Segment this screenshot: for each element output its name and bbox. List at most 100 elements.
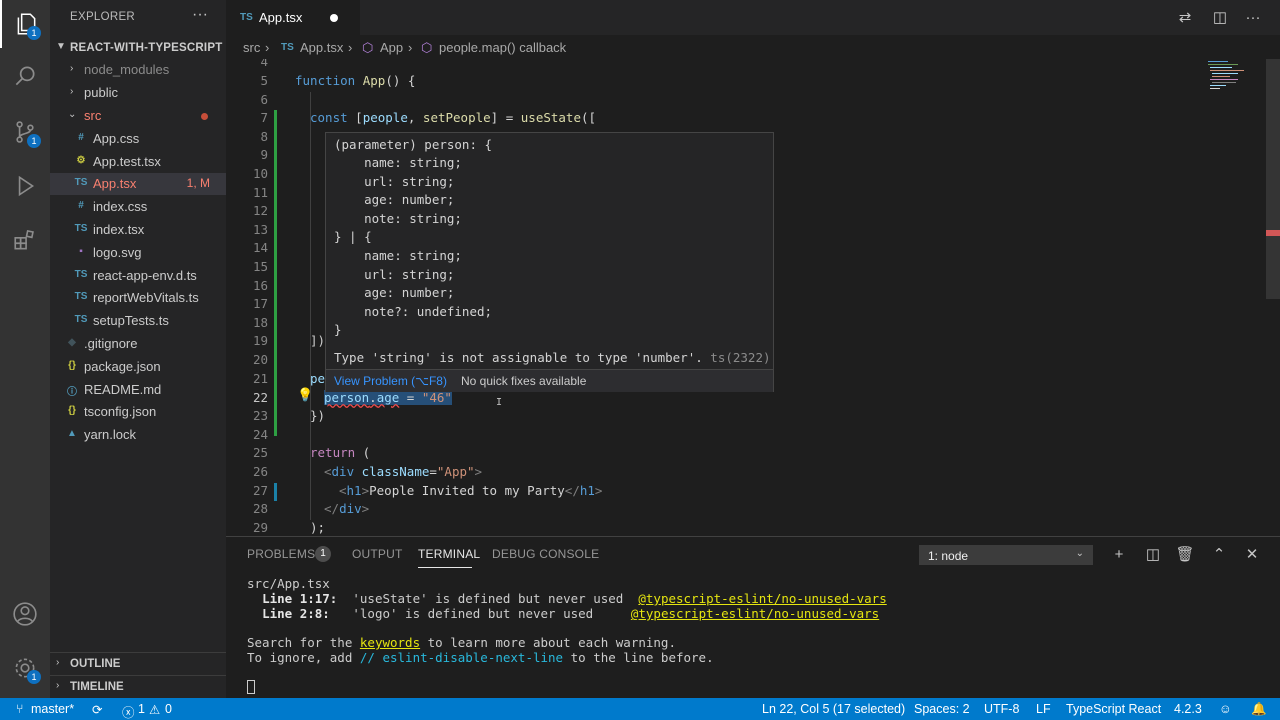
notifications-bell-icon[interactable]: 🔔: [1251, 702, 1267, 717]
tree-item-index-tsx[interactable]: TS index.tsx: [50, 219, 226, 241]
more-actions-icon[interactable]: ···: [1244, 9, 1262, 27]
tree-item-yarn-lock[interactable]: ▲ yarn.lock: [50, 424, 226, 446]
line-endings[interactable]: LF: [1036, 702, 1051, 716]
file-status: 1, M: [186, 176, 210, 190]
trash-icon[interactable]: 🗑: [1175, 545, 1195, 565]
tab-output[interactable]: OUTPUT: [352, 547, 403, 561]
tree-item-label: App.tsx: [93, 176, 137, 191]
tree-item-app-tsx[interactable]: TS App.tsx 1, M: [50, 173, 226, 195]
tree-item-react-app-env[interactable]: TS react-app-env.d.ts: [50, 265, 226, 287]
breadcrumb-file[interactable]: App.tsx: [300, 40, 343, 55]
compare-changes-icon[interactable]: ⇄: [1176, 9, 1194, 27]
close-panel-icon[interactable]: ✕: [1242, 545, 1262, 565]
new-terminal-icon[interactable]: +: [1109, 545, 1129, 565]
tree-item-public[interactable]: › public: [50, 82, 226, 104]
hover-line: note?: undefined;: [334, 304, 493, 319]
tree-item-readme[interactable]: ⓘ README.md: [50, 379, 226, 401]
chevron-down-icon: ⌄: [1075, 548, 1084, 559]
timeline-section[interactable]: › TIMELINE: [50, 675, 226, 697]
tree-item-label: README.md: [84, 382, 162, 397]
line-number: 6: [260, 92, 268, 107]
tree-item-package-json[interactable]: {} package.json: [50, 356, 226, 378]
search-icon[interactable]: [0, 52, 50, 100]
ts-version[interactable]: 4.2.3: [1174, 702, 1202, 716]
no-quick-fixes-label: No quick fixes available: [461, 374, 587, 388]
tab-problems[interactable]: PROBLEMS: [247, 547, 315, 561]
breadcrumb-folder[interactable]: src: [243, 40, 260, 55]
indentation[interactable]: Spaces: 2: [914, 702, 970, 716]
code-line-27: <h1>People Invited to my Party</h1>: [339, 483, 603, 498]
line-number: 18: [252, 315, 268, 330]
terminal-select[interactable]: 1: node ⌄: [919, 545, 1093, 565]
terminal-line: To ignore, add // eslint-disable-next-li…: [247, 650, 714, 665]
minimap[interactable]: [1204, 59, 1266, 536]
git-modified-bar: [274, 483, 277, 501]
hover-line: note: string;: [334, 211, 462, 226]
tab-debug-console[interactable]: DEBUG CONSOLE: [492, 547, 599, 561]
line-number: 23: [252, 408, 268, 423]
typescript-file-icon: TS: [240, 12, 253, 23]
breadcrumb-symbol[interactable]: App: [380, 40, 403, 55]
tree-item-app-css[interactable]: # App.css: [50, 128, 226, 150]
language-mode[interactable]: TypeScript React: [1066, 702, 1161, 716]
hover-line: url: string;: [334, 267, 455, 282]
line-number: 5: [260, 73, 268, 88]
line-number: 29: [252, 520, 268, 535]
code-line-22: person.age = "46": [324, 390, 452, 405]
tree-item-app-test-tsx[interactable]: ⚙ App.test.tsx: [50, 151, 226, 173]
line-number: 15: [252, 259, 268, 274]
maximize-panel-icon[interactable]: ⌃: [1209, 545, 1229, 565]
sync-icon[interactable]: ⟳: [92, 702, 102, 717]
chevron-right-icon: ›: [56, 657, 60, 668]
split-terminal-icon[interactable]: ◫: [1143, 545, 1163, 565]
tree-item-src[interactable]: ⌄ src: [50, 105, 226, 127]
symbol-icon: ⬡: [421, 40, 433, 55]
error-count[interactable]: 1: [138, 702, 145, 716]
branch-label[interactable]: master*: [31, 702, 74, 716]
line-number: 11: [252, 185, 268, 200]
outline-section[interactable]: › OUTLINE: [50, 652, 226, 674]
tab-terminal[interactable]: TERMINAL: [418, 547, 480, 561]
tree-item-index-css[interactable]: # index.css: [50, 196, 226, 218]
line-number: 17: [252, 296, 268, 311]
tree-item-report-web-vitals[interactable]: TS reportWebVitals.ts: [50, 287, 226, 309]
encoding[interactable]: UTF-8: [984, 702, 1019, 716]
hover-line: name: string;: [334, 248, 462, 263]
hover-tooltip: (parameter) person: { name: string; url:…: [325, 132, 774, 392]
split-editor-icon[interactable]: ◫: [1211, 9, 1229, 27]
bottom-panel: PROBLEMS 1 OUTPUT TERMINAL DEBUG CONSOLE…: [226, 536, 1280, 698]
tree-item-node-modules[interactable]: › node_modules: [50, 59, 226, 81]
breadcrumb-callback[interactable]: people.map() callback: [439, 40, 566, 55]
code-line-19: ]): [310, 333, 326, 348]
view-problem-link[interactable]: View Problem (⌥F8): [334, 374, 447, 388]
line-number: 26: [252, 464, 268, 479]
line-number: 4: [260, 59, 268, 69]
more-actions-button[interactable]: ···: [192, 6, 208, 24]
manage-gear-icon[interactable]: [0, 644, 50, 692]
tree-item-gitignore[interactable]: ◆ .gitignore: [50, 333, 226, 355]
feedback-icon[interactable]: ☺: [1219, 702, 1232, 716]
source-control-icon[interactable]: [0, 108, 50, 156]
source-control-badge: 1: [27, 134, 41, 148]
run-debug-icon[interactable]: [0, 162, 50, 210]
tree-item-setup-tests[interactable]: TS setupTests.ts: [50, 310, 226, 332]
extensions-icon[interactable]: [0, 216, 50, 264]
cursor-position[interactable]: Ln 22, Col 5 (17 selected): [762, 702, 905, 716]
tab-label: App.tsx: [259, 10, 303, 25]
active-tab-indicator: [418, 567, 472, 568]
root-folder[interactable]: ▼ REACT-WITH-TYPESCRIPT: [50, 38, 226, 60]
code-line-5: function App() {: [295, 73, 416, 88]
tree-item-tsconfig[interactable]: {} tsconfig.json: [50, 401, 226, 423]
tree-item-logo-svg[interactable]: ▪ logo.svg: [50, 242, 226, 264]
hover-error: Type 'string' is not assignable to type …: [334, 350, 771, 365]
terminal-cursor: [247, 680, 255, 694]
hover-status-bar: View Problem (⌥F8) No quick fixes availa…: [326, 370, 773, 392]
tab-app-tsx[interactable]: TS App.tsx: [226, 0, 360, 35]
hover-line: } | {: [334, 229, 372, 244]
explorer-icon[interactable]: [0, 0, 50, 48]
account-icon[interactable]: [0, 590, 50, 638]
unsaved-dot-icon[interactable]: [330, 14, 338, 22]
warning-count[interactable]: 0: [165, 702, 172, 716]
line-number: 12: [252, 203, 268, 218]
editor-scrollbar[interactable]: [1266, 59, 1280, 299]
